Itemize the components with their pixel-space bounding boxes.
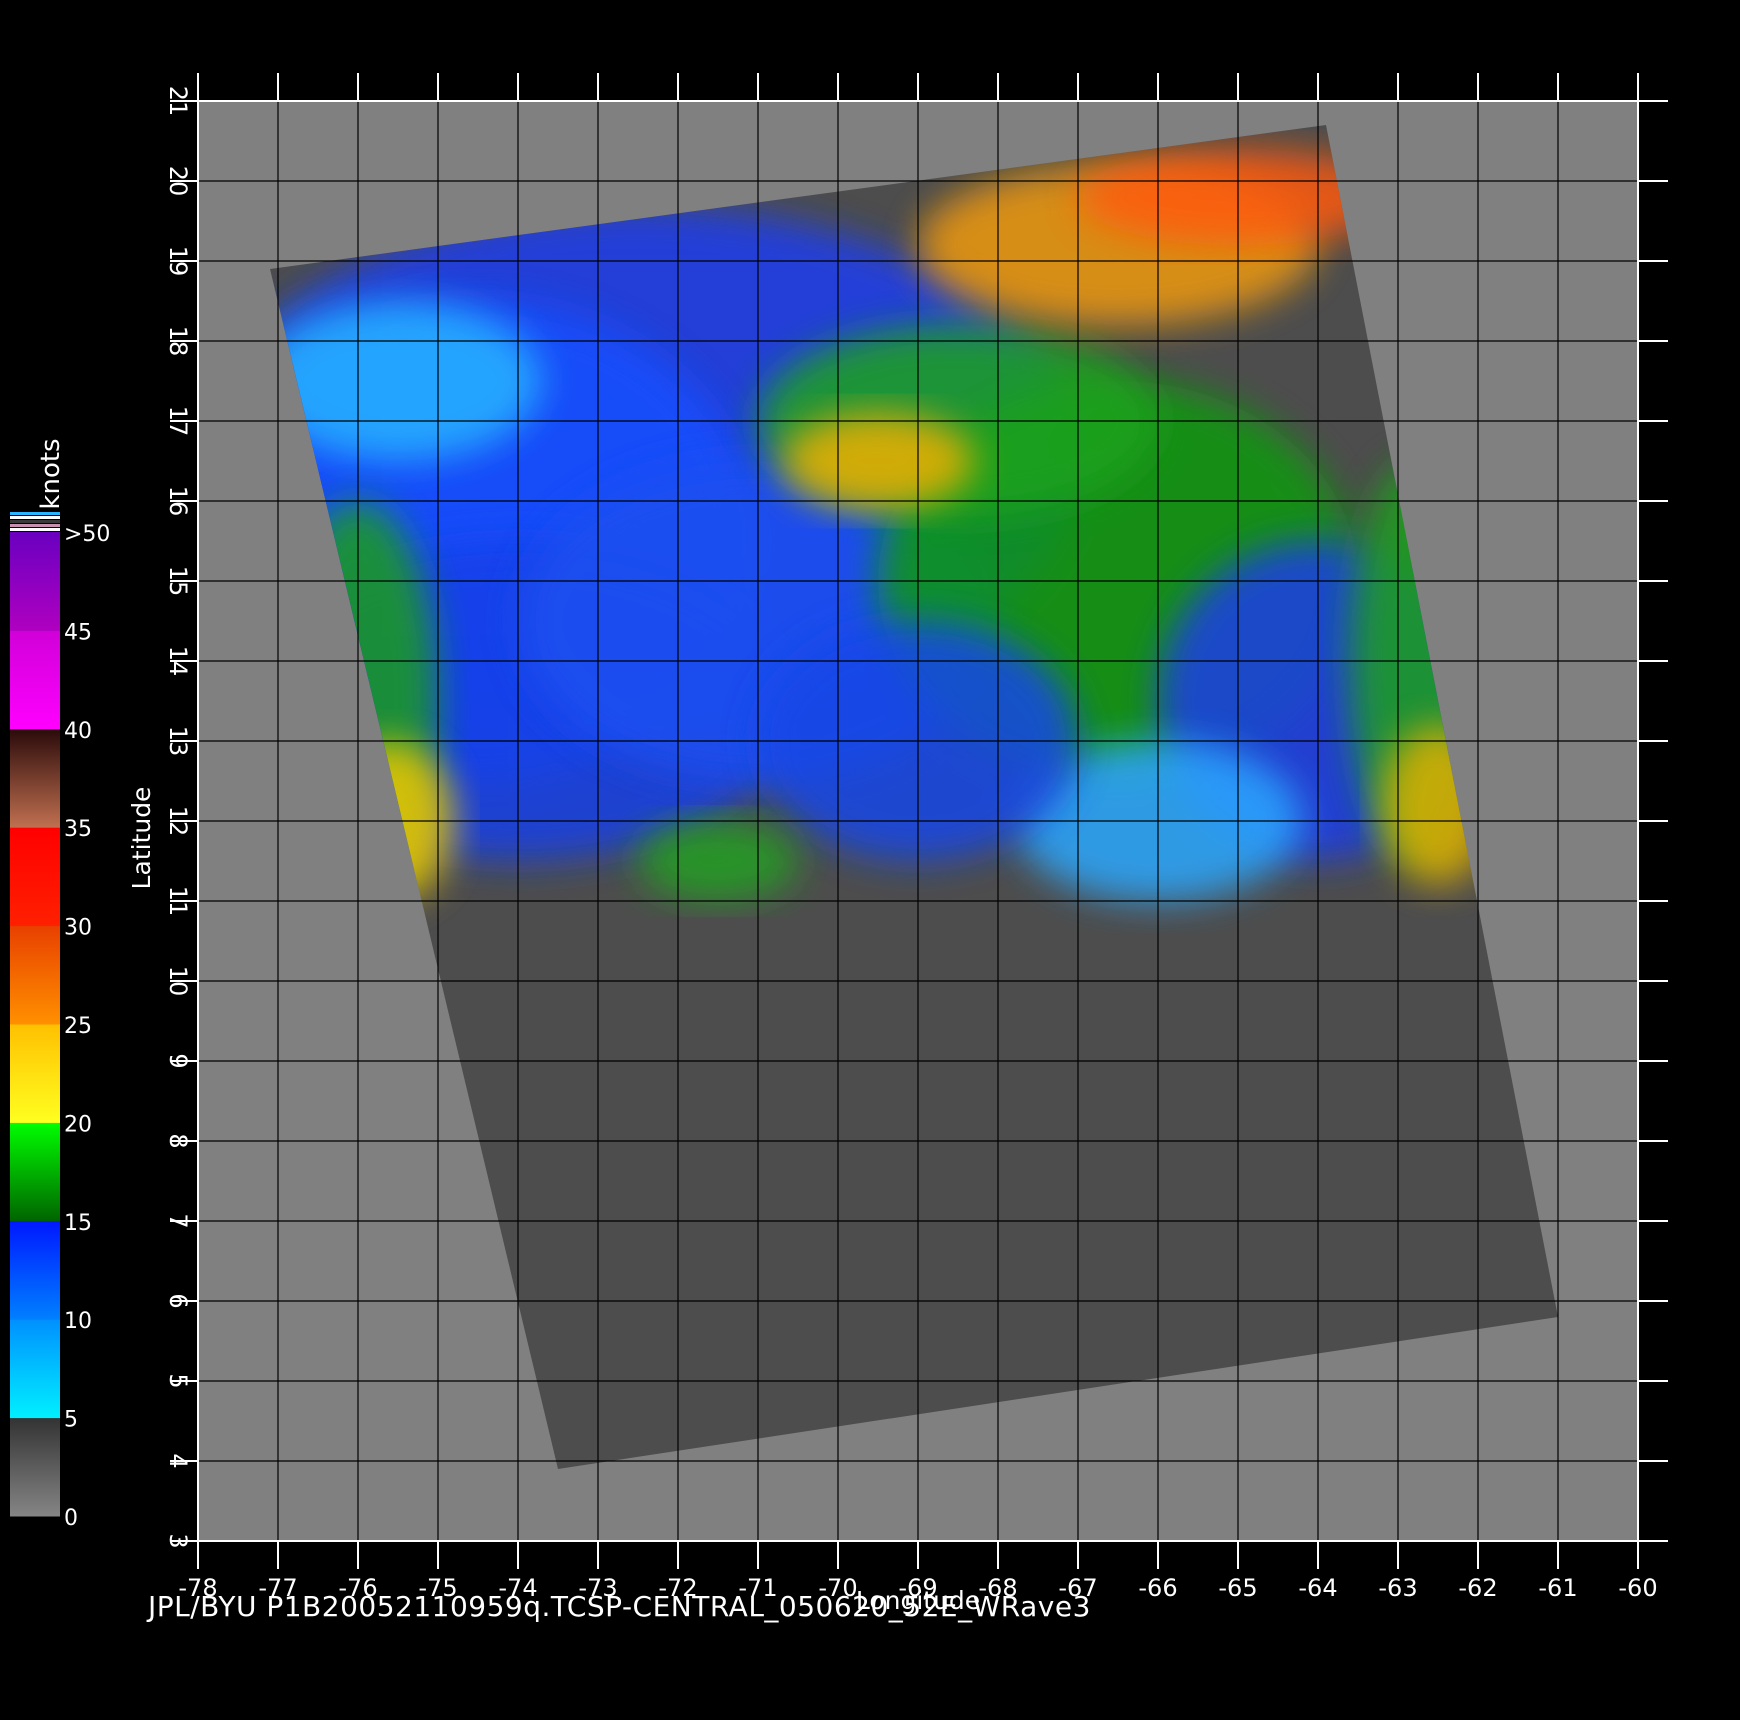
legend-band [10,630,60,730]
y-tick-label: 12 [164,806,192,837]
legend-tick-label: 0 [64,1506,78,1531]
legend-stripe [10,524,60,527]
product-id-footer: JPL/BYU P1B20052110959q.TCSP-CENTRAL_050… [148,1590,1091,1623]
legend-band [10,1319,60,1419]
legend-tick-label: 35 [64,817,92,842]
legend-stripe [10,520,60,523]
y-tick-label: 16 [164,486,192,517]
legend-tick-label: 5 [64,1408,78,1433]
legend-tick-label: 30 [64,916,92,941]
x-tick-label: -65 [1218,1574,1257,1602]
legend-stripe [10,512,60,515]
x-tick-label: -61 [1538,1574,1577,1602]
wind-speed-region [638,821,798,901]
y-tick-label: 5 [164,1373,192,1388]
legend-tick-label: >50 [64,522,110,547]
x-tick-label: -63 [1378,1574,1417,1602]
y-tick-label: 13 [164,726,192,757]
y-axis-label: Latitude [127,787,156,890]
legend-tick-label: 25 [64,1014,92,1039]
legend-unit-label: knots [36,438,66,509]
wind-speed-region [782,413,974,509]
color-legend: 0 5 10 15 20 25 30 35 40 45 >50 [10,512,110,1531]
legend-stripe [10,516,60,519]
y-tick-label: 14 [164,646,192,677]
legend-band [10,728,60,828]
y-tick-label: 18 [164,326,192,357]
y-tick-label: 3 [164,1533,192,1548]
x-tick-label: -64 [1298,1574,1337,1602]
legend-tick-label: 45 [64,620,92,645]
y-tick-label: 9 [164,1053,192,1068]
legend-tick-label: 15 [64,1211,92,1236]
legend-band [10,1122,60,1222]
wind-speed-map: -78 -77 -76 -75 -74 -73 -72 -71 -70 -69 -68 -67 -66-… [10,73,1668,1615]
y-tick-label: 17 [164,406,192,437]
legend-stripe [10,528,60,531]
x-tick-label: -60 [1618,1574,1657,1602]
y-tick-label: 7 [164,1213,192,1228]
legend-tick-label: 40 [64,719,92,744]
y-tick-label: 6 [164,1293,192,1308]
y-tick-label: 10 [164,966,192,997]
y-tick-label: 20 [164,166,192,197]
legend-band [10,532,60,631]
legend-band [10,925,60,1025]
legend-band [10,1024,60,1123]
y-tick-label: 19 [164,246,192,277]
legend-band [10,1220,60,1320]
x-tick-label: -66 [1138,1574,1177,1602]
y-tick-label: 11 [164,886,192,917]
x-tick-label: -62 [1458,1574,1497,1602]
y-tick-label: 15 [164,566,192,597]
y-tick-label: 8 [164,1133,192,1148]
y-tick-label: 21 [164,86,192,117]
y-tick-label: 4 [164,1453,192,1468]
legend-band [10,1417,60,1517]
legend-tick-label: 10 [64,1309,92,1334]
legend-tick-label: 20 [64,1112,92,1137]
legend-band [10,827,60,927]
